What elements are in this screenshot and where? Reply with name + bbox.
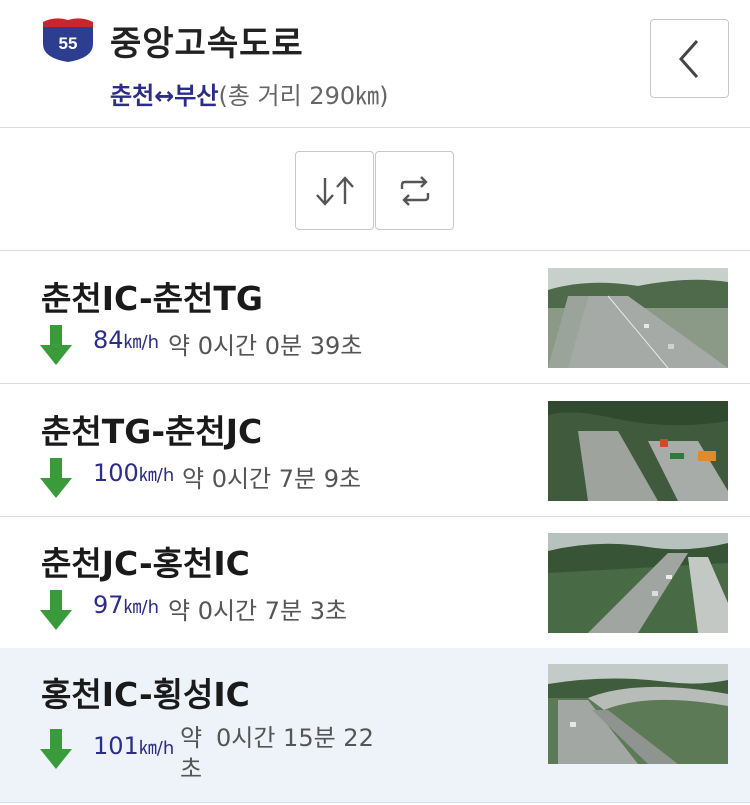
segment-speed: 84㎞/h xyxy=(93,326,160,354)
swap-direction-button[interactable] xyxy=(295,151,374,230)
highway-shield-icon: 55 xyxy=(43,18,93,62)
swap-direction-icon xyxy=(315,175,354,206)
arrow-down-icon xyxy=(40,729,72,769)
cctv-thumbnail[interactable] xyxy=(548,268,728,368)
refresh-button[interactable] xyxy=(375,151,454,230)
direction-controls xyxy=(0,129,750,251)
segment-row[interactable]: 춘천JC-홍천IC 97㎞/h 약 0시간 7분 3초 xyxy=(0,517,750,649)
chevron-left-icon xyxy=(678,39,698,78)
segment-eta: 약 0시간 7분 9초 xyxy=(182,465,362,493)
segment-eta: 약 0시간 7분 3초 xyxy=(168,597,348,625)
segment-row[interactable]: 춘천TG-춘천JC 100㎞/h 약 0시간 7분 9초 xyxy=(0,385,750,517)
road-name: 중앙고속도로 xyxy=(110,24,304,64)
arrow-down-icon xyxy=(40,590,72,630)
segment-title: 춘천TG-춘천JC xyxy=(41,412,263,451)
segment-eta: 약 0시간 0분 39초 xyxy=(168,332,363,360)
back-button[interactable] xyxy=(650,19,729,98)
cctv-thumbnail[interactable] xyxy=(548,664,728,764)
header: 55 중앙고속도로 춘천↔부산(총 거리 290㎞) xyxy=(0,0,750,128)
segment-title: 춘천JC-홍천IC xyxy=(41,544,250,583)
segment-speed: 97㎞/h xyxy=(93,591,160,619)
segment-eta: 0시간 15분 22 xyxy=(216,724,374,752)
arrow-down-icon xyxy=(40,458,72,498)
segment-title: 춘천IC-춘천TG xyxy=(41,279,263,318)
segment-speed: 101㎞/h xyxy=(93,732,175,760)
total-distance: (총 거리 290㎞) xyxy=(218,82,389,110)
segment-eta-prefix: 약 xyxy=(180,724,203,752)
segment-row[interactable]: 춘천IC-춘천TG 84㎞/h 약 0시간 0분 39초 xyxy=(0,252,750,384)
route-summary: 춘천↔부산(총 거리 290㎞) xyxy=(110,76,388,111)
segment-row[interactable]: 홍천IC-횡성IC 101㎞/h 약 0시간 15분 22 초 xyxy=(0,648,750,803)
segment-speed: 100㎞/h xyxy=(93,459,175,487)
cctv-thumbnail[interactable] xyxy=(548,533,728,633)
cctv-thumbnail[interactable] xyxy=(548,401,728,501)
route-endpoints: 춘천↔부산 xyxy=(110,82,219,110)
shield-number: 55 xyxy=(59,34,78,53)
segment-eta-suffix: 초 xyxy=(180,755,203,783)
arrow-down-icon xyxy=(40,325,72,365)
refresh-icon xyxy=(400,175,429,206)
segment-title: 홍천IC-횡성IC xyxy=(41,675,250,714)
